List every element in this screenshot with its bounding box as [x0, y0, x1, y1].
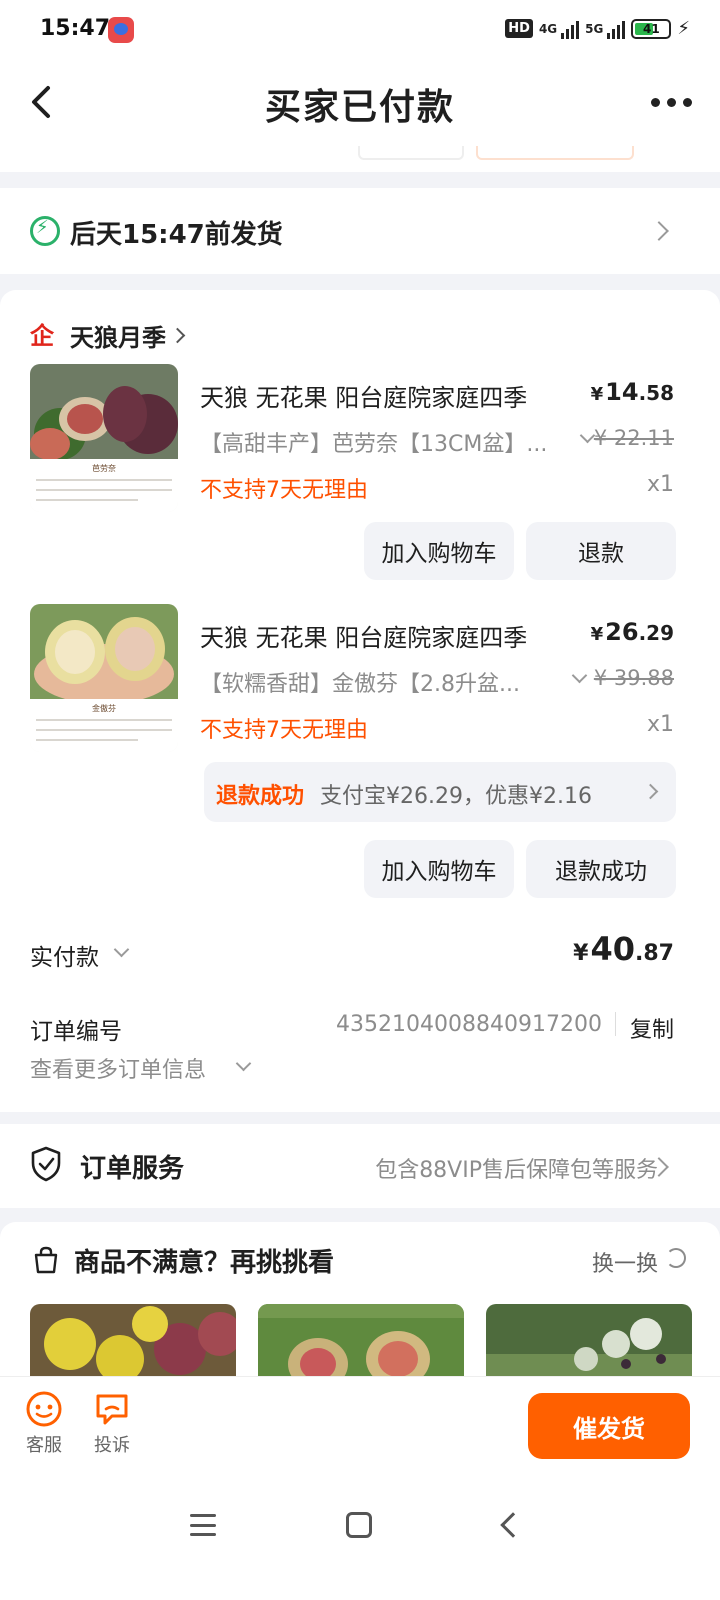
product-title[interactable]: 天狼 无花果 阳台庭院家庭四季 — [200, 618, 527, 653]
product-thumbnail-caption: 芭劳奈 — [30, 459, 178, 512]
recommended-product-image[interactable] — [30, 1304, 236, 1382]
back-icon[interactable] — [500, 1512, 526, 1538]
bottom-action-bar: 客服 投诉 催发货 — [0, 1376, 720, 1476]
status-indicators: HD 4G 5G 41 ⚡ — [505, 18, 690, 39]
signal-icon — [607, 19, 626, 39]
shopping-bag-icon — [34, 1246, 58, 1274]
return-policy-tag: 不支持7天无理由 — [200, 718, 368, 743]
complaint-button[interactable]: 投诉 — [82, 1391, 142, 1457]
chevron-right-icon — [169, 327, 186, 344]
smile-face-icon — [26, 1391, 62, 1427]
hidden-header-button — [476, 146, 634, 160]
chevron-down-icon[interactable] — [235, 1055, 252, 1072]
refresh-icon[interactable] — [666, 1248, 686, 1268]
paid-amount-label[interactable]: 实付款 — [30, 938, 99, 972]
order-service-description: 包含88VIP售后保障包等服务 — [375, 1158, 658, 1183]
home-icon[interactable] — [346, 1512, 372, 1538]
page-title: 买家已付款 — [264, 87, 455, 128]
recommendation-title: 商品不满意？再挑挑看 — [74, 1248, 335, 1278]
refund-status-label: 退款成功 — [216, 784, 305, 809]
product-thumbnail[interactable]: 金傲芬 — [30, 604, 178, 752]
copy-order-number-button[interactable]: 复制 — [630, 1012, 674, 1044]
add-to-cart-button[interactable]: 加入购物车 — [364, 840, 514, 898]
add-to-cart-button[interactable]: 加入购物车 — [364, 522, 514, 580]
refund-button[interactable]: 退款 — [526, 522, 676, 580]
system-navigation-bar — [0, 1476, 720, 1600]
status-time: 15:47 — [40, 16, 111, 41]
refund-status-row[interactable]: 退款成功 支付宝¥26.29，优惠¥2.16 — [204, 762, 676, 822]
shop-logo-icon: 企 — [30, 321, 54, 350]
original-price: ¥ 22.11 — [593, 426, 674, 450]
signal-icon — [561, 19, 580, 39]
menu-icon[interactable] — [190, 1514, 216, 1536]
chevron-down-icon[interactable] — [113, 941, 130, 958]
nav-bar: 买家已付款 — [0, 62, 720, 172]
battery-level: 41 — [643, 21, 660, 36]
chevron-right-icon — [642, 783, 659, 800]
recommended-product-image[interactable] — [486, 1304, 692, 1382]
network-4g-label: 4G — [538, 21, 558, 36]
hd-badge: HD — [505, 19, 533, 38]
shipping-deadline-text: 后天15:47前发货 — [70, 220, 283, 250]
refresh-recommendations-button[interactable]: 换一换 — [592, 1246, 658, 1278]
lightning-icon — [30, 216, 60, 246]
charging-icon: ⚡ — [677, 18, 690, 39]
return-policy-tag: 不支持7天无理由 — [200, 478, 368, 503]
status-bar: 15:47 HD 4G 5G 41 ⚡ — [0, 0, 720, 62]
product-quantity: x1 — [646, 472, 674, 497]
complaint-label: 投诉 — [94, 1435, 130, 1456]
chevron-right-icon — [649, 221, 669, 241]
recommendation-section: 商品不满意？再挑挑看 换一换 — [0, 1222, 720, 1382]
chat-bubble-icon — [96, 1394, 128, 1425]
product-thumbnail[interactable]: 芭劳奈 — [30, 364, 178, 512]
chevron-down-icon[interactable] — [571, 667, 588, 684]
customer-service-label: 客服 — [26, 1435, 62, 1456]
paid-amount: ¥40.87 — [573, 930, 674, 968]
urge-shipping-button[interactable]: 催发货 — [528, 1393, 690, 1459]
product-spec[interactable]: 【软糯香甜】金傲芬【2.8升盆... — [200, 666, 560, 698]
product-title[interactable]: 天狼 无花果 阳台庭院家庭四季 — [200, 378, 527, 413]
product-price: ¥26.29 — [590, 618, 674, 646]
recommended-product-image[interactable] — [258, 1304, 464, 1382]
battery-icon: 41 — [631, 18, 672, 39]
refund-detail: 支付宝¥26.29，优惠¥2.16 — [320, 784, 592, 809]
shield-check-icon — [31, 1146, 61, 1182]
product-price: ¥14.58 — [590, 378, 674, 406]
shipping-deadline-row[interactable]: 后天15:47前发货 — [0, 188, 720, 274]
network-5g-label: 5G — [585, 21, 604, 36]
app-notification-icon — [108, 17, 134, 43]
product-quantity: x1 — [646, 712, 674, 737]
product-thumbnail-caption: 金傲芬 — [30, 699, 178, 752]
product-spec[interactable]: 【高甜丰产】芭劳奈【13CM盆】... — [200, 426, 580, 458]
more-dots-icon[interactable] — [651, 98, 692, 107]
order-number: 4352104008840917200 — [336, 1012, 602, 1037]
fig-photo — [30, 364, 178, 459]
refund-success-button[interactable]: 退款成功 — [526, 840, 676, 898]
order-card: 企 天狼月季 芭劳奈 天狼 无花果 阳台庭院家庭四季 ¥14.58 【高甜丰产】… — [0, 290, 720, 1112]
divider — [615, 1012, 616, 1036]
order-service-row[interactable]: 订单服务 包含88VIP售后保障包等服务 — [0, 1124, 720, 1208]
shop-header[interactable]: 企 天狼月季 — [30, 318, 186, 353]
order-number-label: 订单编号 — [30, 1019, 122, 1045]
more-order-info-link[interactable]: 查看更多订单信息 — [30, 1052, 206, 1084]
hidden-header-button — [358, 146, 464, 160]
shop-name: 天狼月季 — [70, 324, 166, 352]
customer-service-button[interactable]: 客服 — [14, 1391, 74, 1457]
order-service-label: 订单服务 — [80, 1154, 185, 1184]
fig-photo — [30, 604, 178, 699]
original-price: ¥ 39.88 — [593, 666, 674, 690]
